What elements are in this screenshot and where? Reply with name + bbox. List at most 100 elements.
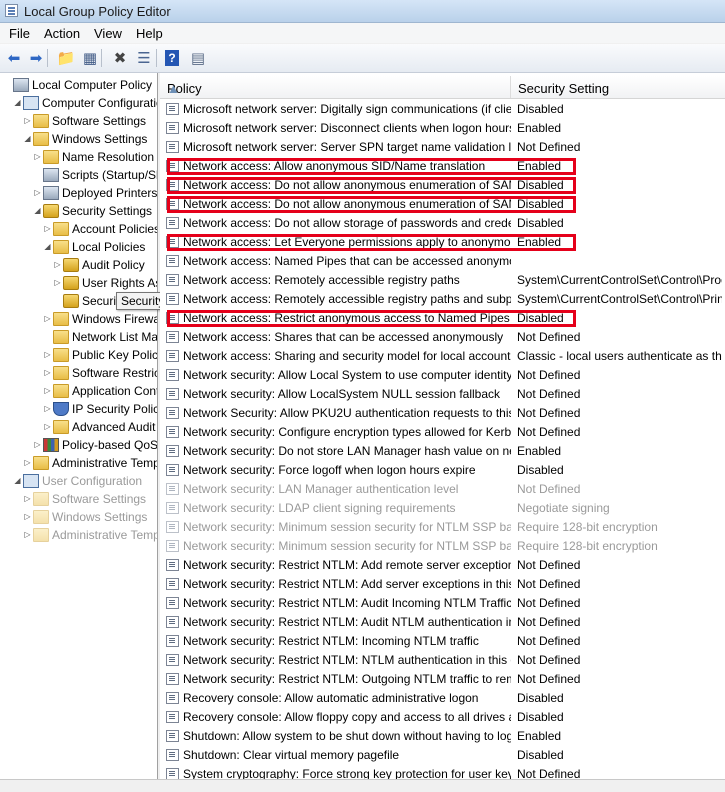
menu-action[interactable]: Action	[44, 26, 80, 41]
table-row[interactable]: Network security: Minimum session securi…	[160, 537, 725, 556]
table-row[interactable]: Recovery console: Allow floppy copy and …	[160, 708, 725, 727]
tree-item[interactable]: ◢ Computer Configuration	[12, 94, 157, 112]
tree-item[interactable]: ◢ Security Settings	[32, 202, 152, 220]
table-row[interactable]: Network security: Force logoff when logo…	[160, 461, 725, 480]
collapsed-arrow-icon[interactable]: ▷	[32, 436, 43, 454]
menu-help[interactable]: Help	[136, 26, 163, 41]
collapsed-arrow-icon[interactable]: ▷	[22, 526, 33, 544]
tree-item[interactable]: ▷ User Rights Assignment	[52, 274, 157, 292]
tree-item[interactable]: ▷ Software Settings	[22, 490, 146, 508]
policy-list[interactable]: Policy ▲ Security Setting Microsoft netw…	[160, 73, 725, 779]
folder-icon	[33, 509, 49, 524]
table-row[interactable]: Network security: Restrict NTLM: Add rem…	[160, 556, 725, 575]
show-hide-tree-icon[interactable]: ▦	[80, 48, 100, 68]
collapsed-arrow-icon[interactable]: ▷	[32, 184, 43, 202]
collapsed-arrow-icon[interactable]: ▷	[52, 274, 63, 292]
collapsed-arrow-icon[interactable]: ▷	[22, 454, 33, 472]
collapsed-arrow-icon[interactable]: ▷	[42, 400, 53, 418]
table-row[interactable]: Network access: Sharing and security mod…	[160, 347, 725, 366]
tree-item[interactable]: ▷ Administrative Templates	[22, 526, 157, 544]
expanded-arrow-icon[interactable]: ◢	[42, 238, 53, 256]
table-row[interactable]: Network security: LAN Manager authentica…	[160, 480, 725, 499]
table-row[interactable]: Network access: Remotely accessible regi…	[160, 290, 725, 309]
table-row[interactable]: Network security: Restrict NTLM: Incomin…	[160, 632, 725, 651]
tree-item[interactable]: ▷ Deployed Printers	[32, 184, 157, 202]
menu-file[interactable]: File	[9, 26, 30, 41]
collapsed-arrow-icon[interactable]: ▷	[42, 220, 53, 238]
table-row[interactable]: Microsoft network server: Disconnect cli…	[160, 119, 725, 138]
table-row[interactable]: Network security: Allow LocalSystem NULL…	[160, 385, 725, 404]
collapsed-arrow-icon[interactable]: ▷	[32, 148, 43, 166]
expanded-arrow-icon[interactable]: ◢	[32, 202, 43, 220]
tree-item[interactable]: Local Computer Policy	[2, 76, 152, 94]
help-icon[interactable]: ?	[165, 50, 179, 66]
tree-item[interactable]: Scripts (Startup/Shutdown)	[32, 166, 157, 184]
menu-view[interactable]: View	[94, 26, 122, 41]
expanded-arrow-icon[interactable]: ◢	[12, 94, 23, 112]
table-row[interactable]: Network security: Do not store LAN Manag…	[160, 442, 725, 461]
table-row[interactable]: Network security: Allow Local System to …	[160, 366, 725, 385]
column-header-policy[interactable]: Policy ▲	[160, 76, 511, 98]
table-row[interactable]: Network Security: Allow PKU2U authentica…	[160, 404, 725, 423]
table-row[interactable]: Recovery console: Allow automatic admini…	[160, 689, 725, 708]
navigation-tree[interactable]: Local Computer Policy ◢ Computer Configura…	[0, 73, 158, 779]
table-row[interactable]: Network security: Restrict NTLM: Outgoin…	[160, 670, 725, 689]
tree-item[interactable]: ▷ Advanced Audit Policy Configuration	[42, 418, 157, 436]
back-icon[interactable]: ⬅	[4, 48, 24, 68]
column-header-security-setting[interactable]: Security Setting	[511, 76, 725, 98]
tree-item[interactable]: ▷ IP Security Policies on Local Computer	[42, 400, 157, 418]
tree-item[interactable]: ◢ Local Policies	[42, 238, 145, 256]
tree-item[interactable]: ▷ Name Resolution Policy	[32, 148, 157, 166]
tree-item[interactable]: ▷ Software Settings	[22, 112, 146, 130]
expanded-arrow-icon[interactable]: ◢	[12, 472, 23, 490]
tree-item[interactable]: Network List Manager Policies	[42, 328, 157, 346]
tree-item[interactable]: ▷ Software Restriction Policies	[42, 364, 157, 382]
table-row[interactable]: Shutdown: Allow system to be shut down w…	[160, 727, 725, 746]
table-row[interactable]: Network security: Minimum session securi…	[160, 518, 725, 537]
export-list-icon[interactable]: ▤	[188, 48, 208, 68]
tree-item[interactable]: ▷ Audit Policy	[52, 256, 145, 274]
table-row[interactable]: Network access: Do not allow anonymous e…	[160, 195, 725, 214]
table-row[interactable]: Network security: Configure encryption t…	[160, 423, 725, 442]
tree-item[interactable]: ▷ Public Key Policies	[42, 346, 157, 364]
collapsed-arrow-icon[interactable]: ▷	[42, 418, 53, 436]
tree-item[interactable]: ◢ Windows Settings	[22, 130, 147, 148]
properties-icon[interactable]: ☰	[134, 48, 154, 68]
table-row[interactable]: Network security: Restrict NTLM: Audit N…	[160, 613, 725, 632]
table-row[interactable]: Network access: Do not allow storage of …	[160, 214, 725, 233]
collapsed-arrow-icon[interactable]: ▷	[42, 346, 53, 364]
table-row[interactable]: System cryptography: Force strong key pr…	[160, 765, 725, 779]
forward-icon[interactable]: ➡	[26, 48, 46, 68]
expanded-arrow-icon[interactable]: ◢	[22, 130, 33, 148]
table-row[interactable]: Network access: Named Pipes that can be …	[160, 252, 725, 271]
tree-item[interactable]: ▷ Administrative Templates	[22, 454, 157, 472]
table-row[interactable]: Network access: Do not allow anonymous e…	[160, 176, 725, 195]
table-row[interactable]: Network access: Restrict anonymous acces…	[160, 309, 725, 328]
tree-item[interactable]: ▷ Policy-based QoS	[32, 436, 157, 454]
table-row[interactable]: Network security: Restrict NTLM: NTLM au…	[160, 651, 725, 670]
tree-item[interactable]: ◢ User Configuration	[12, 472, 142, 490]
up-folder-icon[interactable]: 📁	[56, 48, 76, 68]
table-row[interactable]: Network security: Restrict NTLM: Add ser…	[160, 575, 725, 594]
collapsed-arrow-icon[interactable]: ▷	[22, 112, 33, 130]
collapsed-arrow-icon[interactable]: ▷	[22, 508, 33, 526]
table-row[interactable]: Microsoft network server: Digitally sign…	[160, 100, 725, 119]
delete-icon[interactable]: ✖	[110, 48, 130, 68]
table-row[interactable]: Network access: Let Everyone permissions…	[160, 233, 725, 252]
collapsed-arrow-icon[interactable]: ▷	[52, 256, 63, 274]
collapsed-arrow-icon[interactable]: ▷	[42, 382, 53, 400]
table-row[interactable]: Shutdown: Clear virtual memory pagefile D…	[160, 746, 725, 765]
tree-item[interactable]: ▷ Account Policies	[42, 220, 157, 238]
collapsed-arrow-icon[interactable]: ▷	[42, 310, 53, 328]
table-row[interactable]: Network security: LDAP client signing re…	[160, 499, 725, 518]
table-row[interactable]: Microsoft network server: Server SPN tar…	[160, 138, 725, 157]
tree-item[interactable]: ▷ Windows Settings	[22, 508, 147, 526]
collapsed-arrow-icon[interactable]: ▷	[42, 364, 53, 382]
collapsed-arrow-icon[interactable]: ▷	[22, 490, 33, 508]
table-row[interactable]: Network access: Shares that can be acces…	[160, 328, 725, 347]
tree-item[interactable]: ▷ Windows Firewall with Advanced Security	[42, 310, 157, 328]
table-row[interactable]: Network access: Remotely accessible regi…	[160, 271, 725, 290]
table-row[interactable]: Network access: Allow anonymous SID/Name…	[160, 157, 725, 176]
table-row[interactable]: Network security: Restrict NTLM: Audit I…	[160, 594, 725, 613]
tree-item[interactable]: ▷ Application Control Policies	[42, 382, 157, 400]
